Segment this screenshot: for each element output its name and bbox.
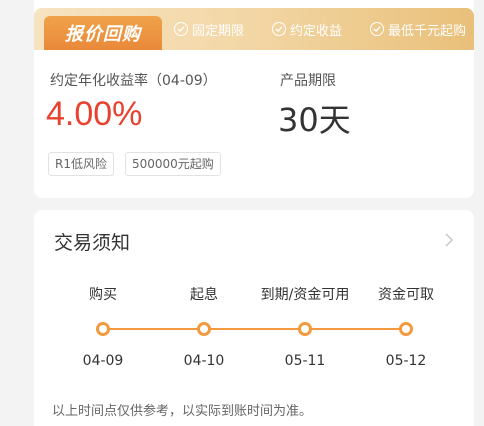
timeline-node bbox=[96, 322, 110, 336]
timeline-track bbox=[103, 328, 406, 330]
check-circle-icon bbox=[271, 22, 286, 36]
timeline-node bbox=[298, 322, 312, 336]
step-date-value-date: 04-10 bbox=[183, 353, 225, 369]
rate-value: 4.00% bbox=[46, 95, 143, 133]
step-label-withdrawable: 资金可取 bbox=[378, 287, 434, 303]
step-date-withdrawable: 05-12 bbox=[385, 353, 427, 369]
timeline-node bbox=[399, 322, 413, 336]
timeline-node bbox=[197, 322, 211, 336]
term-value: 30天 bbox=[278, 101, 351, 139]
rate-label: 约定年化收益率（04-09） bbox=[50, 73, 217, 89]
feature-item: 约定收益 bbox=[271, 20, 342, 39]
term-label: 产品期限 bbox=[280, 73, 336, 89]
product-banner: 报价回购 固定期限 约定收益 最低千元起购 bbox=[34, 8, 474, 50]
feature-label: 最低千元起购 bbox=[387, 23, 466, 39]
step-label-maturity: 到期/资金可用 bbox=[260, 287, 350, 303]
check-circle-icon bbox=[369, 22, 384, 36]
risk-level-tag: R1低风险 bbox=[48, 152, 114, 176]
feature-label: 约定收益 bbox=[289, 23, 342, 39]
min-purchase-tag: 500000元起购 bbox=[125, 152, 221, 176]
product-badge-label: 报价回购 bbox=[65, 24, 141, 45]
step-date-purchase: 04-09 bbox=[82, 353, 124, 369]
feature-label: 固定期限 bbox=[192, 23, 245, 39]
step-label-value-date: 起息 bbox=[190, 287, 218, 303]
product-badge: 报价回购 bbox=[44, 16, 162, 50]
timeline-footnote: 以上时间点仅供参考，以实际到账时间为准。 bbox=[52, 404, 313, 419]
step-label-purchase: 购买 bbox=[89, 287, 117, 303]
feature-item: 固定期限 bbox=[174, 20, 244, 39]
feature-list: 固定期限 约定收益 最低千元起购 bbox=[174, 8, 466, 50]
trade-info-title[interactable]: 交易须知 bbox=[54, 228, 130, 255]
feature-item: 最低千元起购 bbox=[369, 20, 466, 39]
check-circle-icon bbox=[174, 22, 188, 36]
chevron-right-icon[interactable] bbox=[444, 232, 454, 252]
step-date-maturity: 05-11 bbox=[284, 353, 326, 369]
